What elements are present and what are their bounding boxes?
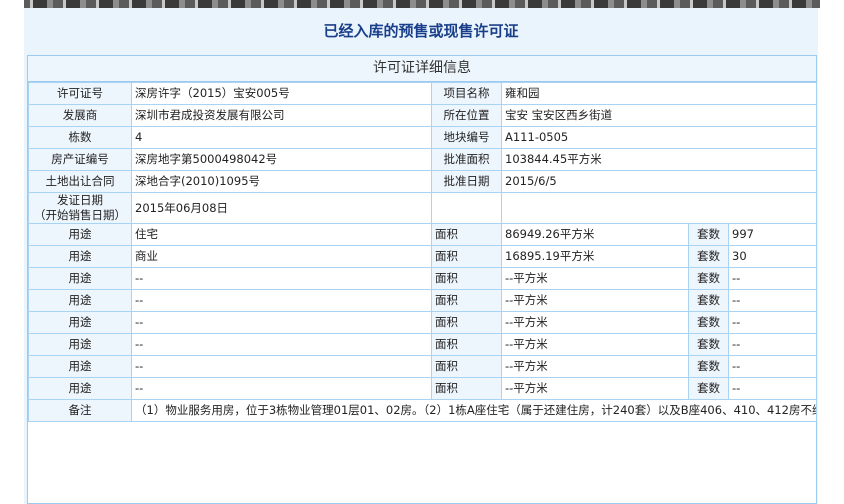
use-label: 用途: [28, 377, 132, 400]
project-name-label: 项目名称: [431, 82, 502, 105]
units-value: --: [727, 267, 818, 290]
use-value: 商业: [131, 245, 432, 268]
units-label: 套数: [688, 267, 729, 290]
units-label: 套数: [688, 311, 729, 334]
area-value: --平方米: [501, 311, 689, 334]
area-label: 面积: [431, 355, 502, 378]
buildings-value: 4: [131, 126, 432, 149]
permit-detail-table: 许可证号 深房许字（2015）宝安005号 项目名称 雍和园 发展商 深圳市君成…: [28, 82, 818, 422]
units-label: 套数: [688, 289, 729, 312]
use-value: --: [131, 311, 432, 334]
remarks-row: 备注 （1）物业服务用房，位于3栋物业管理01层01、02房。（2）1栋A座住宅…: [28, 399, 818, 422]
area-label: 面积: [431, 311, 502, 334]
developer-value: 深圳市君成投资发展有限公司: [131, 104, 432, 127]
area-label: 面积: [431, 289, 502, 312]
use-value: --: [131, 267, 432, 290]
buildings-label: 栋数: [28, 126, 132, 149]
approved-date-label: 批准日期: [431, 170, 502, 193]
units-value: --: [727, 289, 818, 312]
area-value: 86949.26平方米: [501, 223, 689, 246]
location-label: 所在位置: [431, 104, 502, 127]
usage-row: 用途 商业 面积 16895.19平方米 套数 30: [28, 245, 818, 268]
area-value: --平方米: [501, 289, 689, 312]
top-banner-image: [0, 0, 844, 8]
table-row: 栋数 4 地块编号 A111-0505: [28, 126, 818, 149]
banner-gap-right: [820, 0, 844, 8]
units-value: --: [727, 333, 818, 356]
units-label: 套数: [688, 333, 729, 356]
units-value: --: [727, 377, 818, 400]
permit-no-value: 深房许字（2015）宝安005号: [131, 82, 432, 105]
use-label: 用途: [28, 223, 132, 246]
usage-row: 用途 -- 面积 --平方米 套数 --: [28, 355, 818, 378]
area-label: 面积: [431, 223, 502, 246]
units-value: --: [727, 311, 818, 334]
panel-title: 许可证详细信息: [28, 56, 816, 82]
usage-row: 用途 -- 面积 --平方米 套数 --: [28, 289, 818, 312]
units-value: 30: [727, 245, 818, 268]
land-contract-label: 土地出让合同: [28, 170, 132, 193]
area-value: --平方米: [501, 267, 689, 290]
property-cert-value: 深房地字第5000498042号: [131, 148, 432, 171]
usage-row: 用途 -- 面积 --平方米 套数 --: [28, 333, 818, 356]
table-row: 土地出让合同 深地合字(2010)1095号 批准日期 2015/6/5: [28, 170, 818, 193]
use-value: --: [131, 355, 432, 378]
area-label: 面积: [431, 245, 502, 268]
property-cert-label: 房产证编号: [28, 148, 132, 171]
area-value: --平方米: [501, 355, 689, 378]
use-value: --: [131, 333, 432, 356]
units-label: 套数: [688, 355, 729, 378]
table-row: 许可证号 深房许字（2015）宝安005号 项目名称 雍和园: [28, 82, 818, 105]
usage-row: 用途 -- 面积 --平方米 套数 --: [28, 311, 818, 334]
empty-cell: [500, 192, 818, 224]
issue-date-label-line1: 发证日期: [57, 193, 103, 208]
use-value: 住宅: [131, 223, 432, 246]
content-area: 已经入库的预售或现售许可证 许可证详细信息 许可证号 深房许字（2015）宝安0…: [24, 8, 818, 504]
issue-date-label-line2: （开始销售日期）: [34, 208, 126, 222]
parcel-label: 地块编号: [431, 126, 502, 149]
use-label: 用途: [28, 289, 132, 312]
page-title: 已经入库的预售或现售许可证: [323, 22, 519, 40]
parcel-value: A111-0505: [500, 126, 818, 149]
use-label: 用途: [28, 355, 132, 378]
developer-label: 发展商: [28, 104, 132, 127]
area-label: 面积: [431, 333, 502, 356]
approved-area-value: 103844.45平方米: [500, 148, 818, 171]
empty-cell: [431, 192, 502, 224]
land-contract-value: 深地合字(2010)1095号: [131, 170, 432, 193]
permit-no-label: 许可证号: [28, 82, 132, 105]
remarks-label: 备注: [28, 399, 132, 422]
area-value: 16895.19平方米: [501, 245, 689, 268]
units-label: 套数: [688, 223, 729, 246]
area-value: --平方米: [501, 333, 689, 356]
area-label: 面积: [431, 267, 502, 290]
units-label: 套数: [688, 245, 729, 268]
location-value: 宝安 宝安区西乡街道: [500, 104, 818, 127]
issue-date-value: 2015年06月08日: [131, 192, 432, 224]
units-value: 997: [727, 223, 818, 246]
approved-date-value: 2015/6/5: [500, 170, 818, 193]
use-label: 用途: [28, 267, 132, 290]
usage-row: 用途 -- 面积 --平方米 套数 --: [28, 377, 818, 400]
area-value: --平方米: [501, 377, 689, 400]
use-label: 用途: [28, 333, 132, 356]
banner-gap-left: [0, 0, 24, 8]
permit-detail-panel: 许可证详细信息 许可证号 深房许字（2015）宝安005号 项目名称 雍和园 发…: [27, 55, 818, 504]
usage-row: 用途 -- 面积 --平方米 套数 --: [28, 267, 818, 290]
use-label: 用途: [28, 245, 132, 268]
table-row: 发展商 深圳市君成投资发展有限公司 所在位置 宝安 宝安区西乡街道: [28, 104, 818, 127]
units-value: --: [727, 355, 818, 378]
units-label: 套数: [688, 377, 729, 400]
use-value: --: [131, 289, 432, 312]
usage-row: 用途 住宅 面积 86949.26平方米 套数 997: [28, 223, 818, 246]
area-label: 面积: [431, 377, 502, 400]
use-label: 用途: [28, 311, 132, 334]
use-value: --: [131, 377, 432, 400]
table-row: 发证日期 （开始销售日期） 2015年06月08日: [28, 192, 818, 224]
issue-date-label: 发证日期 （开始销售日期）: [28, 192, 132, 224]
remarks-text: （1）物业服务用房，位于3栋物业管理01层01、02房。（2）1栋A座住宅（属于…: [130, 399, 818, 422]
project-name-value: 雍和园: [500, 82, 818, 105]
approved-area-label: 批准面积: [431, 148, 502, 171]
table-row: 房产证编号 深房地字第5000498042号 批准面积 103844.45平方米: [28, 148, 818, 171]
